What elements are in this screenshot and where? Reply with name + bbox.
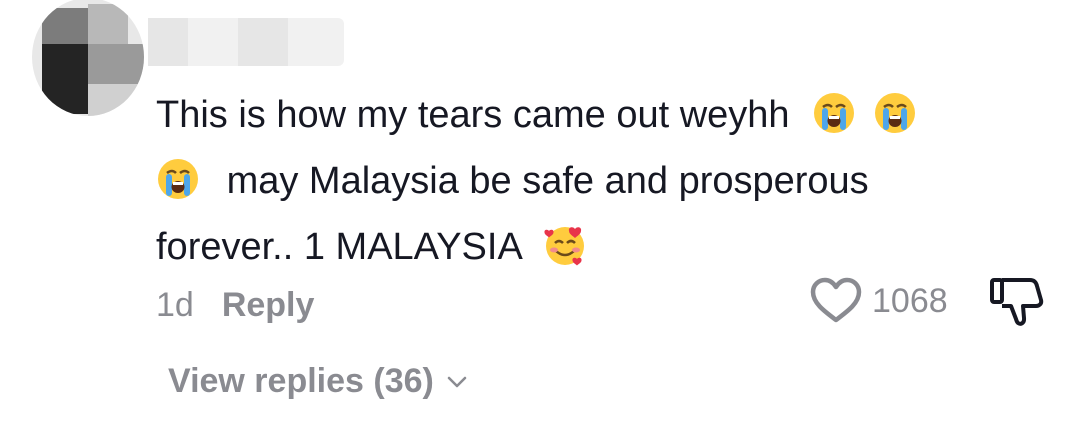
comment-line-1: This is how my tears came out weyhh — [156, 82, 1036, 148]
view-replies-label: View replies (36) — [168, 362, 434, 400]
comment-meta: 1d Reply — [156, 286, 314, 325]
loudly-crying-face-icon — [812, 91, 856, 135]
username-redacted[interactable] — [148, 18, 344, 66]
heart-icon[interactable] — [808, 276, 864, 326]
comment-line-2: may Malaysia be safe and prosperous — [156, 148, 1036, 214]
comment-text: This is how my tears came out weyhh may … — [156, 82, 1036, 280]
like-count: 1068 — [872, 281, 948, 320]
avatar-pixel — [42, 8, 88, 44]
avatar[interactable] — [32, 0, 144, 116]
avatar-pixel — [42, 44, 88, 114]
loudly-crying-face-icon — [156, 157, 200, 201]
chevron-down-icon — [447, 376, 467, 387]
loudly-crying-face-icon — [873, 91, 917, 135]
comment-line-3-text: forever.. 1 MALAYSIA — [156, 226, 521, 268]
smiling-face-with-hearts-icon — [543, 223, 587, 267]
dislike-icon[interactable] — [986, 274, 1046, 330]
reply-button[interactable]: Reply — [222, 286, 315, 325]
comment-line-2-text: may Malaysia be safe and prosperous — [226, 160, 869, 202]
redaction-segment — [238, 18, 288, 66]
avatar-pixel — [88, 84, 144, 116]
avatar-pixel — [88, 44, 144, 84]
like-group: 1068 — [808, 276, 948, 326]
view-replies-button[interactable]: View replies (36) — [168, 362, 470, 401]
avatar-pixel — [88, 4, 128, 44]
comment-line-3: forever.. 1 MALAYSIA — [156, 214, 1036, 280]
timestamp: 1d — [156, 286, 194, 324]
comment-line-1-text: This is how my tears came out weyhh — [156, 94, 790, 136]
redaction-segment — [148, 18, 188, 66]
